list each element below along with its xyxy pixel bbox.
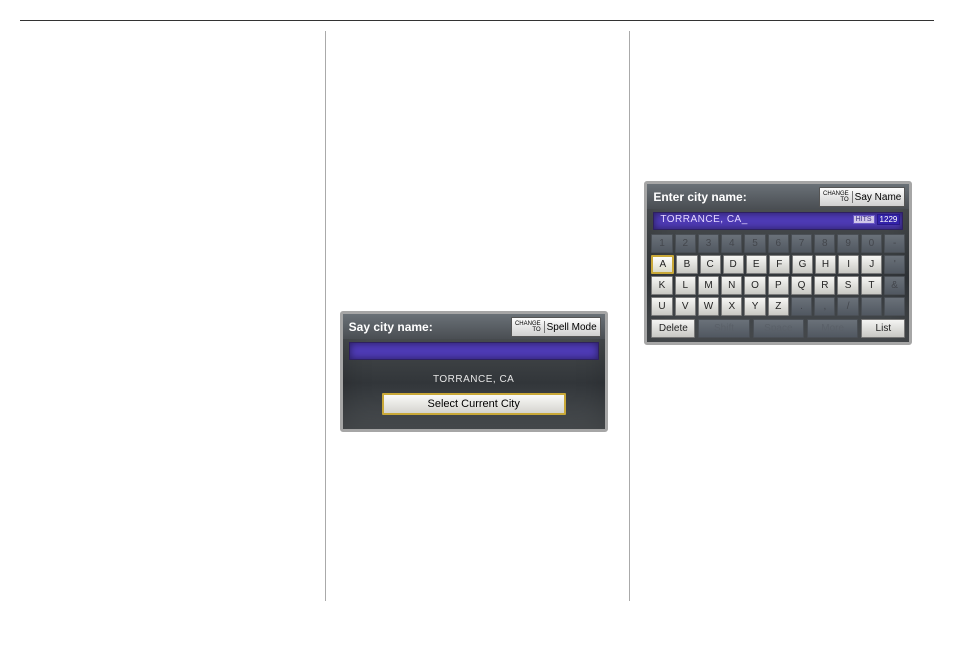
- key-5[interactable]: 5: [744, 234, 765, 253]
- shift-button[interactable]: Shift: [698, 319, 749, 338]
- key-row-k: KLMNOPQRST&: [651, 276, 905, 295]
- key-X[interactable]: X: [721, 297, 742, 316]
- key-M[interactable]: M: [698, 276, 719, 295]
- key-/[interactable]: /: [837, 297, 858, 316]
- key-D[interactable]: D: [723, 255, 744, 274]
- device-title: Enter city name:: [653, 190, 746, 204]
- column-1: [20, 31, 325, 601]
- key-C[interactable]: C: [700, 255, 721, 274]
- voice-input-field[interactable]: [349, 342, 599, 360]
- key-P[interactable]: P: [768, 276, 789, 295]
- key-3[interactable]: 3: [698, 234, 719, 253]
- key-6[interactable]: 6: [768, 234, 789, 253]
- more-button[interactable]: More: [807, 319, 858, 338]
- change-to-tag: CHANGE TO: [515, 321, 545, 333]
- key-,[interactable]: ,: [814, 297, 835, 316]
- hits-label: HITS: [853, 215, 875, 224]
- key-E[interactable]: E: [746, 255, 767, 274]
- change-to-say-button[interactable]: CHANGE TO Say Name: [819, 187, 905, 207]
- key-'[interactable]: ': [884, 255, 905, 274]
- list-button[interactable]: List: [861, 319, 905, 338]
- text-input-field[interactable]: TORRANCE, CA_ HITS 1229: [653, 212, 903, 230]
- keyboard: 1234567890- ABCDEFGHIJ' KLMNOPQRST& UVWX…: [647, 230, 909, 342]
- key-&[interactable]: &: [884, 276, 905, 295]
- key-O[interactable]: O: [744, 276, 765, 295]
- key-blank: [861, 297, 882, 316]
- enter-city-device: Enter city name: CHANGE TO Say Name TORR…: [644, 181, 912, 345]
- say-city-device: Say city name: CHANGE TO Spell Mode TORR…: [340, 311, 608, 432]
- space-button[interactable]: Space: [753, 319, 804, 338]
- key-row-a: ABCDEFGHIJ': [651, 255, 905, 274]
- key-2[interactable]: 2: [675, 234, 696, 253]
- key-row-u: UVWXYZ.,/: [651, 297, 905, 316]
- key-K[interactable]: K: [651, 276, 672, 295]
- key-7[interactable]: 7: [791, 234, 812, 253]
- key-row-digits: 1234567890-: [651, 234, 905, 253]
- device-title: Say city name:: [349, 320, 433, 334]
- key-0[interactable]: 0: [861, 234, 882, 253]
- key-1[interactable]: 1: [651, 234, 672, 253]
- text-input-value: TORRANCE, CA_: [660, 214, 747, 225]
- key-B[interactable]: B: [676, 255, 697, 274]
- change-to-target: Spell Mode: [547, 322, 597, 333]
- page: Say city name: CHANGE TO Spell Mode TORR…: [20, 20, 934, 601]
- key-N[interactable]: N: [721, 276, 742, 295]
- change-to-spell-button[interactable]: CHANGE TO Spell Mode: [511, 317, 601, 337]
- key-4[interactable]: 4: [721, 234, 742, 253]
- key-S[interactable]: S: [837, 276, 858, 295]
- key-F[interactable]: F: [769, 255, 790, 274]
- hits-value: 1229: [877, 214, 901, 225]
- key-G[interactable]: G: [792, 255, 813, 274]
- key-9[interactable]: 9: [837, 234, 858, 253]
- key-R[interactable]: R: [814, 276, 835, 295]
- key--[interactable]: -: [884, 234, 905, 253]
- select-current-city-button[interactable]: Select Current City: [382, 393, 566, 415]
- column-3: Enter city name: CHANGE TO Say Name TORR…: [629, 31, 934, 601]
- change-to-tag: CHANGE TO: [823, 191, 853, 203]
- key-Q[interactable]: Q: [791, 276, 812, 295]
- column-2: Say city name: CHANGE TO Spell Mode TORR…: [325, 31, 630, 601]
- key-A[interactable]: A: [651, 255, 674, 274]
- key-J[interactable]: J: [861, 255, 882, 274]
- device-header: Enter city name: CHANGE TO Say Name: [647, 184, 909, 209]
- key-H[interactable]: H: [815, 255, 836, 274]
- key-row-bottom: Delete Shift Space More List: [651, 319, 905, 338]
- key-V[interactable]: V: [675, 297, 696, 316]
- key-8[interactable]: 8: [814, 234, 835, 253]
- key-Z[interactable]: Z: [768, 297, 789, 316]
- key-I[interactable]: I: [838, 255, 859, 274]
- device-header: Say city name: CHANGE TO Spell Mode: [343, 314, 605, 339]
- delete-button[interactable]: Delete: [651, 319, 695, 338]
- key-.[interactable]: .: [791, 297, 812, 316]
- key-L[interactable]: L: [675, 276, 696, 295]
- key-blank: [884, 297, 905, 316]
- hits-box: HITS 1229: [853, 214, 901, 225]
- key-Y[interactable]: Y: [744, 297, 765, 316]
- current-city-label: TORRANCE, CA: [343, 374, 605, 385]
- key-T[interactable]: T: [861, 276, 882, 295]
- key-W[interactable]: W: [698, 297, 719, 316]
- key-U[interactable]: U: [651, 297, 672, 316]
- change-to-target: Say Name: [855, 192, 902, 203]
